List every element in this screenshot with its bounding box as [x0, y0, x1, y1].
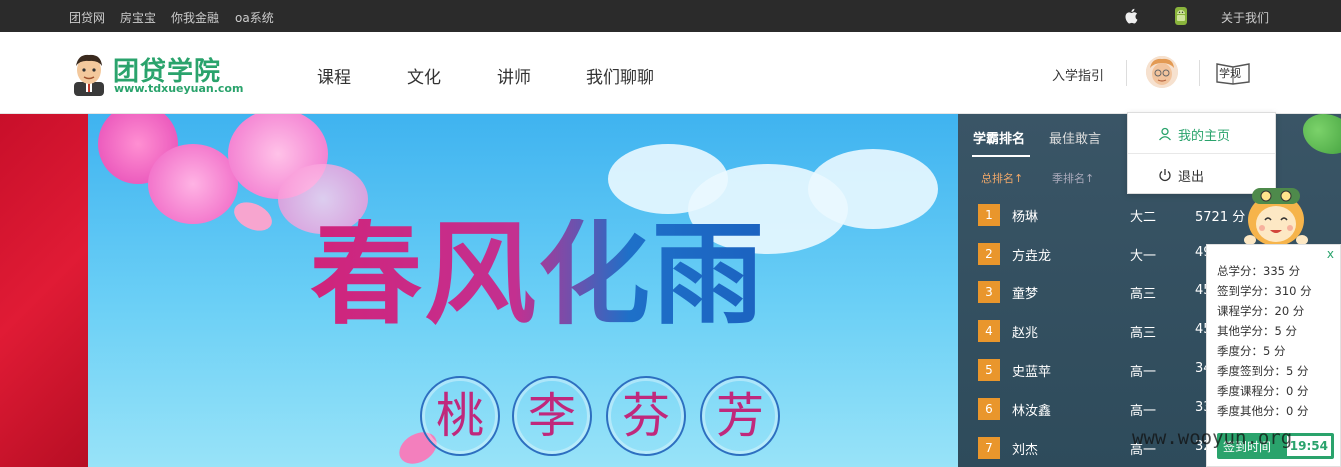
rank-grade: 高一: [1130, 365, 1157, 380]
nav-lecturers[interactable]: 讲师: [497, 63, 531, 88]
score-season-checkin: 季度签到分：5 分: [1217, 364, 1309, 378]
menu-item-my-home[interactable]: 我的主页: [1128, 113, 1275, 153]
checkin-label: 签到时间: [1223, 440, 1272, 454]
blossom-decoration: [148, 144, 238, 224]
rank-name: 方垚龙: [1012, 249, 1052, 264]
toplink-niwojinrong[interactable]: 你我金融: [171, 9, 219, 26]
nav-chat[interactable]: 我们聊聊: [586, 63, 654, 88]
nav-culture[interactable]: 文化: [407, 63, 441, 88]
score-other: 其他学分：5 分: [1217, 324, 1297, 338]
banner-char-tao: 桃: [420, 376, 500, 456]
nav-courses[interactable]: 课程: [317, 63, 351, 88]
banner-left-strip: [0, 114, 88, 467]
top-bar: 团贷网 房宝宝 你我金融 oa系统 关于我们: [0, 0, 1341, 32]
rank-grade: 大一: [1130, 249, 1157, 264]
rank-name: 杨琳: [1012, 210, 1039, 225]
toplink-fangbaobao[interactable]: 房宝宝: [120, 9, 156, 26]
rank-badge: 7: [978, 437, 1000, 459]
banner-title: 春风化雨: [310, 209, 766, 340]
menu-item-label: 退出: [1178, 170, 1205, 185]
banner-char-fen: 芬: [606, 376, 686, 456]
subtab-season[interactable]: 季排名↑: [1052, 170, 1094, 186]
close-icon[interactable]: x: [1327, 247, 1334, 261]
rank-badge: 5: [978, 359, 1000, 381]
rank-badge: 3: [978, 281, 1000, 303]
rank-grade: 大二: [1130, 210, 1157, 225]
rank-grade: 高三: [1130, 287, 1157, 302]
score-season-other: 季度其他分：0 分: [1217, 404, 1309, 418]
score-card: x 总学分：335 分 签到学分：310 分 课程学分：20 分 其他学分：5 …: [1206, 244, 1341, 467]
about-us-link[interactable]: 关于我们: [1221, 9, 1269, 26]
tab-best-speakers[interactable]: 最佳敢言: [1049, 128, 1101, 147]
score-total: 总学分：335 分: [1217, 264, 1301, 278]
rank-grade: 高三: [1130, 326, 1157, 341]
rank-badge: 6: [978, 398, 1000, 420]
score-checkin: 签到学分：310 分: [1217, 284, 1312, 298]
banner-char-fang: 芳: [700, 376, 780, 456]
subtab-overall[interactable]: 总排名↑: [981, 170, 1023, 186]
logo-url: www.tdxueyuan.com: [114, 82, 244, 95]
menu-item-label: 我的主页: [1178, 129, 1231, 144]
rank-grade: 高一: [1130, 404, 1157, 419]
android-icon[interactable]: [1172, 7, 1190, 25]
enrollment-guide-link[interactable]: 入学指引: [1052, 65, 1104, 84]
power-icon: [1159, 169, 1171, 182]
rank-badge: 1: [978, 204, 1000, 226]
header-divider: [1199, 60, 1200, 86]
user-avatar[interactable]: [1146, 56, 1178, 88]
logo-mascot-icon[interactable]: [68, 52, 110, 96]
active-tab-indicator: [972, 155, 1030, 157]
rank-name: 林汝鑫: [1012, 404, 1052, 419]
rank-badge: 2: [978, 243, 1000, 265]
checkin-time: 19:54: [1286, 436, 1331, 456]
rank-name: 史蓝苹: [1012, 365, 1052, 380]
header-divider: [1126, 60, 1127, 86]
school-rules-label: 学规: [1219, 67, 1241, 80]
rank-name: 赵兆: [1012, 326, 1039, 341]
rank-name: 童梦: [1012, 287, 1039, 302]
cloud-decoration: [808, 149, 938, 229]
rank-badge: 4: [978, 320, 1000, 342]
score-season-course: 季度课程分：0 分: [1217, 384, 1309, 398]
rank-name: 刘杰: [1012, 443, 1039, 458]
mascot-icon[interactable]: [1238, 180, 1314, 248]
apple-icon[interactable]: [1123, 7, 1141, 25]
tab-top-students[interactable]: 学霸排名: [973, 128, 1025, 147]
score-season: 季度分：5 分: [1217, 344, 1286, 358]
score-course: 课程学分：20 分: [1217, 304, 1305, 318]
avatar-face-icon: [1146, 56, 1178, 88]
school-rules-button[interactable]: 学规: [1215, 61, 1251, 85]
toplink-tuandai[interactable]: 团贷网: [69, 9, 105, 26]
rank-grade: 高一: [1130, 443, 1157, 458]
checkin-button[interactable]: 签到时间 19:54: [1217, 433, 1334, 459]
hero-banner[interactable]: 春风化雨 桃 李 芬 芳: [88, 114, 958, 467]
main-header: 团贷学院 www.tdxueyuan.com 课程 文化 讲师 我们聊聊 入学指…: [0, 32, 1341, 114]
user-icon: [1159, 127, 1171, 141]
petal-decoration: [229, 196, 277, 237]
banner-char-li: 李: [512, 376, 592, 456]
leaf-decoration: [1303, 114, 1341, 154]
toplink-oa[interactable]: oa系统: [235, 9, 274, 26]
